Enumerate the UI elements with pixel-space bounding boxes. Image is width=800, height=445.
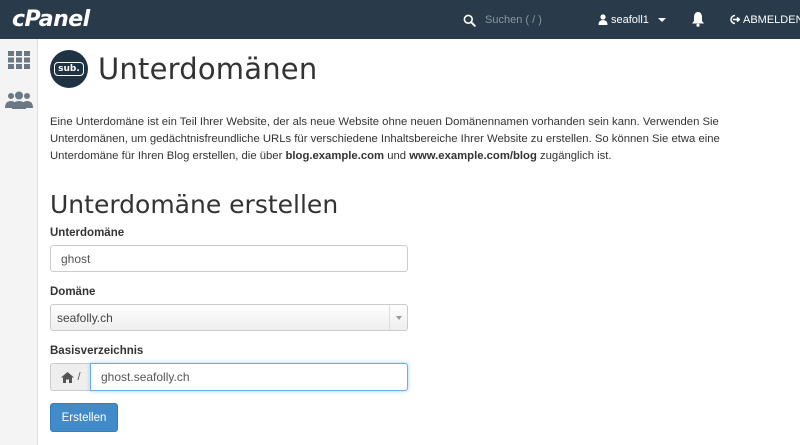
logout-label: ABMELDEN (743, 13, 800, 26)
docroot-label: Basisverzeichnis (50, 345, 144, 357)
grid-icon (8, 51, 30, 69)
username: seafoll1 (611, 13, 649, 26)
docroot-input[interactable] (90, 363, 408, 391)
domain-select[interactable]: seafolly.ch (50, 304, 408, 331)
example-path-url: www.example.com/blog (409, 150, 537, 162)
sidebar-item-tools[interactable] (5, 48, 33, 72)
create-button[interactable]: Erstellen (50, 403, 118, 432)
dropdown-arrow-icon (389, 305, 407, 330)
search-box (463, 10, 585, 30)
bell-icon[interactable] (691, 11, 705, 27)
example-subdomain-url: blog.example.com (285, 150, 385, 162)
logout-icon (730, 14, 740, 25)
search-input[interactable] (485, 11, 585, 29)
section-title: Unterdomäne erstellen (50, 190, 339, 219)
cpanel-logo[interactable]: cPanel (12, 6, 90, 32)
page-header: sub. Unterdomänen (50, 50, 317, 88)
search-icon[interactable] (463, 14, 476, 27)
top-navbar: cPanel seafoll1 ABMELDEN (0, 0, 800, 39)
domain-label: Domäne (50, 286, 96, 298)
home-icon (61, 371, 75, 383)
users-icon (5, 91, 33, 109)
logout-link[interactable]: ABMELDEN (729, 0, 800, 39)
page-description: Eine Unterdomäne ist ein Teil Ihrer Webs… (50, 116, 720, 162)
subdomain-icon: sub. (50, 50, 88, 88)
domain-selected-value: seafolly.ch (57, 310, 113, 325)
sidebar (0, 39, 38, 445)
subdomain-input[interactable] (50, 245, 408, 272)
user-menu[interactable]: seafoll1 (598, 0, 666, 39)
user-icon (598, 14, 608, 25)
docroot-prefix: / (50, 363, 91, 391)
chevron-down-icon (657, 17, 666, 22)
page-title: Unterdomänen (98, 52, 318, 86)
sidebar-item-users[interactable] (5, 88, 33, 112)
subdomain-label: Unterdomäne (50, 227, 125, 239)
